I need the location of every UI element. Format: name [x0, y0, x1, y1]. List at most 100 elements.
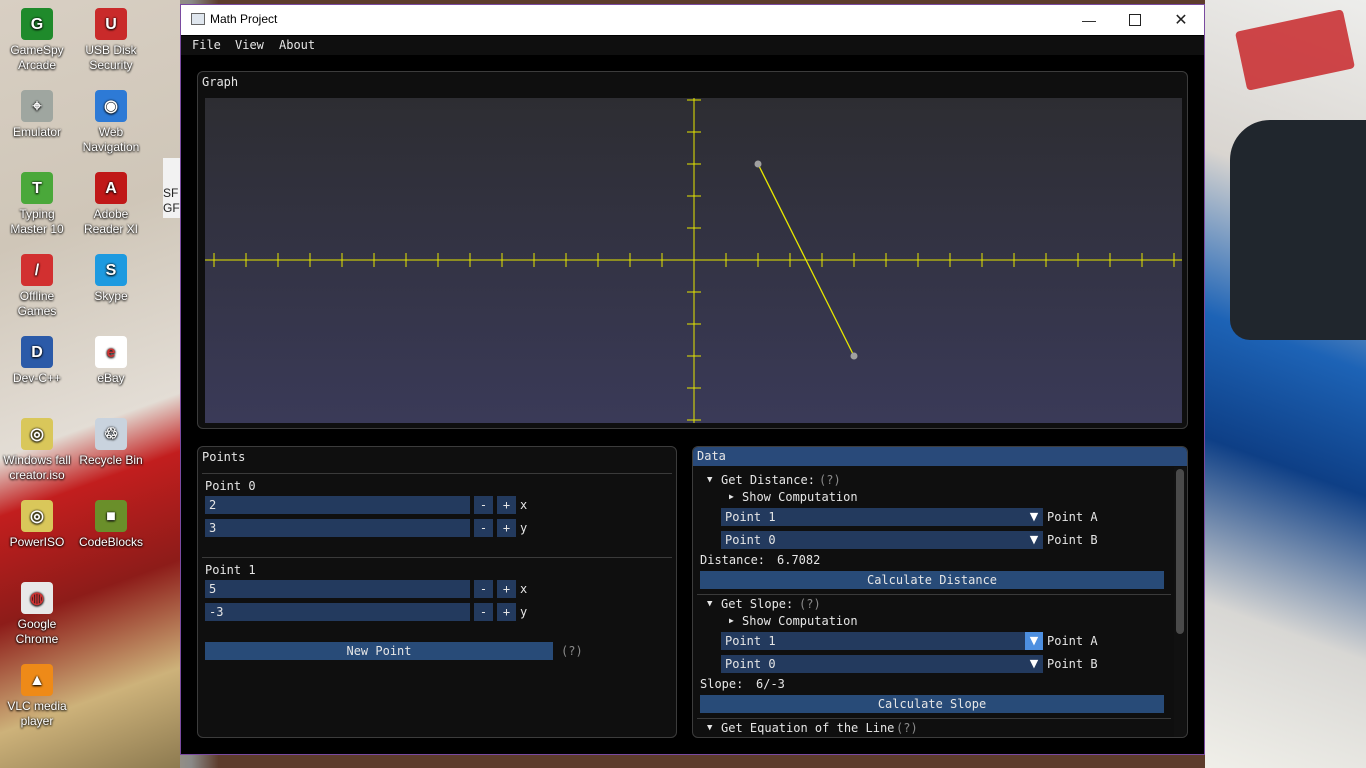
- menu-file[interactable]: File: [192, 38, 221, 52]
- help-icon[interactable]: (?): [819, 473, 841, 487]
- chevron-down-icon[interactable]: ▼: [1025, 632, 1043, 650]
- partial-desktop-item[interactable]: SF GF: [163, 158, 180, 218]
- app-icon: ⌖: [21, 90, 53, 122]
- point-1-x-decrement-button[interactable]: -: [474, 580, 493, 598]
- menu-view[interactable]: View: [235, 38, 264, 52]
- distance-header[interactable]: Get Distance:: [721, 473, 815, 487]
- chevron-down-icon[interactable]: ▼: [1025, 508, 1043, 526]
- slope-point-a-select[interactable]: Point 1: [721, 632, 1025, 650]
- points-panel-title: Points: [202, 450, 246, 464]
- desktop-icon[interactable]: ◎ PowerISO: [0, 500, 74, 550]
- point-1-y-input[interactable]: -3: [205, 603, 470, 621]
- distance-show-computation[interactable]: Show Computation: [742, 490, 858, 504]
- graph-canvas[interactable]: [205, 98, 1182, 423]
- app-icon: T: [21, 172, 53, 204]
- point-a-label: Point A: [1047, 634, 1098, 648]
- scrollbar-thumb[interactable]: [1176, 469, 1184, 634]
- point-0-y-input[interactable]: 3: [205, 519, 470, 537]
- desktop-icon-label: Adobe Reader XI: [83, 207, 139, 236]
- data-panel-header[interactable]: [693, 447, 1187, 466]
- desktop-icon[interactable]: T Typing Master 10: [0, 172, 74, 237]
- app-icon: G: [21, 8, 53, 40]
- app-icon: ♲: [95, 418, 127, 450]
- maximize-icon: [1129, 14, 1141, 26]
- desktop-icon-label: Windows fall creator.iso: [3, 453, 71, 482]
- data-point: [850, 352, 858, 360]
- app-icon: ◎: [21, 418, 53, 450]
- help-icon[interactable]: (?): [896, 721, 918, 735]
- distance-result-label: Distance:: [700, 553, 766, 567]
- distance-result-value: 6.7082: [777, 553, 821, 567]
- desktop-icon-label: Google Chrome: [15, 617, 59, 646]
- point-0-y-decrement-button[interactable]: -: [474, 519, 493, 537]
- point-1-y-increment-button[interactable]: +: [497, 603, 516, 621]
- calculate-distance-button[interactable]: Calculate Distance: [700, 571, 1164, 589]
- help-icon[interactable]: (?): [561, 644, 583, 658]
- collapse-arrow-icon[interactable]: ▼: [707, 475, 712, 485]
- graph-panel-title: Graph: [202, 75, 239, 89]
- title-bar[interactable]: Math Project — ✕: [181, 5, 1204, 35]
- point-1-x-increment-button[interactable]: +: [497, 580, 516, 598]
- point-0-x-decrement-button[interactable]: -: [474, 496, 493, 514]
- point-0-x-increment-button[interactable]: +: [497, 496, 516, 514]
- desktop-icon[interactable]: ◎ Windows fall creator.iso: [0, 418, 74, 483]
- app-icon: A: [95, 172, 127, 204]
- app-icon: U: [95, 8, 127, 40]
- distance-point-b-select[interactable]: Point 0: [721, 531, 1025, 549]
- app-icon: /: [21, 254, 53, 286]
- desktop-icon[interactable]: ■ CodeBlocks: [74, 500, 148, 550]
- desktop-icon[interactable]: S Skype: [74, 254, 148, 304]
- new-point-button[interactable]: New Point: [205, 642, 553, 660]
- slope-point-b-select[interactable]: Point 0: [721, 655, 1025, 673]
- desktop-icon-label: Dev-C++: [12, 371, 62, 385]
- point-1-x-input[interactable]: 5: [205, 580, 470, 598]
- partial-desktop-label: SF GF: [163, 186, 180, 215]
- desktop-icon[interactable]: e eBay: [74, 336, 148, 386]
- point-1-label: Point 1: [205, 563, 256, 577]
- menu-about[interactable]: About: [279, 38, 315, 52]
- point-b-label: Point B: [1047, 657, 1098, 671]
- desktop-icon[interactable]: ⌖ Emulator: [0, 90, 74, 140]
- app-window: Math Project — ✕ File View About Graph P…: [180, 4, 1205, 755]
- desktop-icon[interactable]: ▲ VLC media player: [0, 664, 74, 729]
- points-panel: Points Point 0 2 - + x 3 - + y Point 1 5…: [197, 446, 677, 738]
- point-0-x-input[interactable]: 2: [205, 496, 470, 514]
- calculate-slope-button[interactable]: Calculate Slope: [700, 695, 1164, 713]
- collapse-arrow-icon[interactable]: ▼: [707, 599, 712, 609]
- desktop-icon-label: Emulator: [12, 125, 62, 139]
- distance-point-a-select[interactable]: Point 1: [721, 508, 1025, 526]
- desktop-icon-label: Typing Master 10: [10, 207, 64, 236]
- chevron-down-icon[interactable]: ▼: [1025, 531, 1043, 549]
- desktop-icon[interactable]: D Dev-C++: [0, 336, 74, 386]
- help-icon[interactable]: (?): [799, 597, 821, 611]
- slope-header[interactable]: Get Slope:: [721, 597, 793, 611]
- expand-arrow-icon[interactable]: ▶: [729, 616, 734, 625]
- desktop-icon-label: USB Disk Security: [85, 43, 137, 72]
- point-a-label: Point A: [1047, 510, 1098, 524]
- desktop-icon-label: VLC media player: [7, 699, 67, 728]
- point-0-label: Point 0: [205, 479, 256, 493]
- app-icon: e: [95, 336, 127, 368]
- point-0-y-increment-button[interactable]: +: [497, 519, 516, 537]
- maximize-button[interactable]: [1112, 5, 1158, 35]
- expand-arrow-icon[interactable]: ▶: [729, 492, 734, 501]
- desktop-icon[interactable]: / Offline Games: [0, 254, 74, 319]
- desktop-icon[interactable]: U USB Disk Security: [74, 8, 148, 73]
- collapse-arrow-icon[interactable]: ▼: [707, 723, 712, 733]
- desktop-icon[interactable]: ♲ Recycle Bin: [74, 418, 148, 468]
- app-icon: ▲: [21, 664, 53, 696]
- desktop-icon[interactable]: ◍ Google Chrome: [0, 582, 74, 647]
- point-1-y-decrement-button[interactable]: -: [474, 603, 493, 621]
- equation-header[interactable]: Get Equation of the Line: [721, 721, 894, 735]
- chevron-down-icon[interactable]: ▼: [1025, 655, 1043, 673]
- app-icon: D: [21, 336, 53, 368]
- desktop-icon-label: PowerISO: [9, 535, 65, 549]
- divider: [697, 718, 1171, 719]
- close-button[interactable]: ✕: [1158, 5, 1204, 35]
- desktop-icon[interactable]: G GameSpy Arcade: [0, 8, 74, 73]
- desktop-icon[interactable]: A Adobe Reader XI: [74, 172, 148, 237]
- desktop-icon[interactable]: ◉ Web Navigation: [74, 90, 148, 155]
- point-b-label: Point B: [1047, 533, 1098, 547]
- slope-show-computation[interactable]: Show Computation: [742, 614, 858, 628]
- minimize-button[interactable]: —: [1066, 5, 1112, 35]
